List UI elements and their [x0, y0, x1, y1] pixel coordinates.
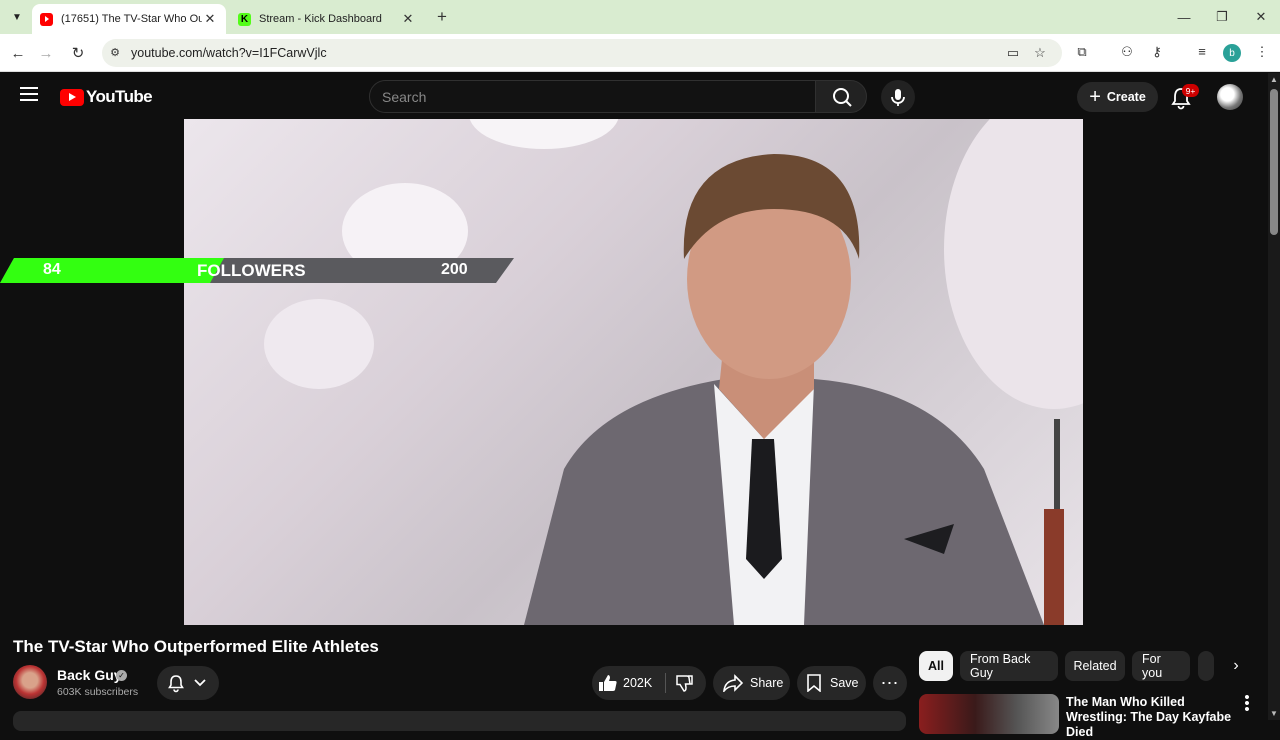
voice-search-button[interactable] [881, 80, 915, 114]
video-player[interactable] [184, 119, 1083, 625]
tab-list-chevron-icon[interactable]: ▼ [6, 7, 28, 27]
more-actions-icon[interactable]: ⋯ [873, 666, 907, 700]
recommendation-title[interactable]: The Man Who Killed Wrestling: The Day Ka… [1066, 695, 1234, 740]
right-edge-decor [1044, 419, 1064, 625]
scroll-up-arrow-icon[interactable]: ▲ [1270, 75, 1278, 84]
search-icon [833, 88, 852, 107]
account-avatar[interactable] [1217, 84, 1243, 110]
chip-for-you[interactable]: For you [1132, 651, 1190, 681]
page-scrollbar[interactable]: ▲ ▼ [1268, 73, 1280, 720]
chevron-down-icon [194, 679, 206, 687]
vpn-icon[interactable]: ⚇ [1118, 44, 1136, 62]
restore-icon[interactable]: ❐ [1210, 8, 1234, 26]
site-info-icon[interactable]: ⚙ [108, 46, 122, 60]
chip-all[interactable]: All [919, 651, 953, 681]
followers-goal-overlay: 84 FOLLOWERS 200 [0, 258, 520, 283]
address-bar[interactable]: ⚙ youtube.com/watch?v=I1FCarwVjlc ▭ ☆ [102, 39, 1062, 67]
close-window-icon[interactable]: ✕ [1249, 8, 1273, 26]
save-button[interactable]: Save [797, 666, 866, 700]
tab-youtube[interactable]: (17651) The TV-Star Who Outperformed Eli… [32, 4, 226, 34]
video-title: The TV-Star Who Outperformed Elite Athle… [13, 637, 379, 656]
followers-label: FOLLOWERS [197, 261, 306, 280]
subscribed-notifications-button[interactable] [157, 666, 219, 700]
like-count: 202K [623, 676, 653, 690]
bookmark-star-icon[interactable]: ☆ [1032, 45, 1048, 61]
scroll-down-arrow-icon[interactable]: ▼ [1270, 709, 1278, 718]
tab-kick-dashboard[interactable]: K Stream - Kick Dashboard ✕ [230, 4, 424, 34]
share-arrow-icon [723, 674, 743, 692]
create-label: Create [1106, 90, 1146, 104]
browser-menu-icon[interactable]: ⋮ [1253, 44, 1271, 62]
subscriber-count: 603K subscribers [57, 686, 139, 698]
chevron-right-icon[interactable]: › [1224, 653, 1248, 679]
thumbs-down-icon [676, 675, 693, 692]
presenter-figure [524, 154, 1044, 625]
url-text[interactable]: youtube.com/watch?v=I1FCarwVjlc [131, 46, 327, 60]
chip-from-back-guy[interactable]: From Back Guy [960, 651, 1058, 681]
new-tab-button[interactable]: + [432, 7, 452, 26]
browser-toolbar: ← → ↻ ⚙ youtube.com/watch?v=I1FCarwVjlc … [0, 34, 1280, 72]
verified-check-icon: ✓ [116, 670, 127, 681]
plus-icon: + [1089, 86, 1101, 108]
media-control-icon[interactable]: ≡ [1193, 44, 1211, 62]
description-box[interactable] [13, 711, 906, 731]
save-label: Save [830, 676, 859, 690]
install-app-icon[interactable]: ▭ [1005, 45, 1021, 61]
youtube-favicon-icon [40, 12, 53, 26]
channel-name[interactable]: Back Guy [57, 667, 122, 683]
profile-avatar[interactable]: b [1223, 44, 1241, 62]
browser-tab-bar: ▼ (17651) The TV-Star Who Outperformed E… [0, 0, 1280, 34]
chip-partial[interactable] [1198, 651, 1214, 681]
thumbs-up-icon [599, 675, 617, 691]
bookmark-save-icon [807, 674, 821, 692]
create-button[interactable]: + Create [1077, 82, 1158, 112]
followers-current-count: 84 [43, 261, 61, 278]
reload-icon[interactable]: ↻ [67, 42, 89, 64]
password-key-icon[interactable]: ⚷ [1148, 44, 1166, 62]
kick-favicon-icon: K [238, 12, 251, 26]
microphone-icon [891, 89, 905, 106]
minimize-icon[interactable]: — [1172, 8, 1196, 26]
extensions-icon[interactable]: ⧉ [1073, 44, 1091, 62]
recommendation-thumbnail[interactable] [919, 694, 1059, 734]
chip-related[interactable]: Related [1065, 651, 1125, 681]
search-button[interactable] [815, 80, 867, 113]
close-tab-icon[interactable]: ✕ [202, 11, 218, 27]
notification-count-badge: 9+ [1182, 84, 1199, 97]
tab-title: Stream - Kick Dashboard [259, 13, 382, 25]
share-label: Share [750, 676, 784, 690]
youtube-logo[interactable]: YouTube [60, 87, 153, 107]
recommendation-menu-icon[interactable]: • • • [1240, 690, 1254, 717]
search-box [369, 80, 816, 113]
tab-title: (17651) The TV-Star Who Outperformed Eli… [61, 13, 202, 25]
followers-goal-count: 200 [441, 261, 468, 278]
like-button[interactable]: 202K [592, 666, 666, 700]
close-tab-icon[interactable]: ✕ [400, 11, 416, 27]
menu-icon[interactable] [20, 87, 38, 101]
youtube-header: YouTube + Create 9+ [0, 73, 1268, 119]
forward-arrow-icon[interactable]: → [35, 42, 57, 64]
search-input[interactable] [382, 87, 802, 107]
scroll-thumb[interactable] [1270, 89, 1278, 235]
channel-avatar[interactable] [13, 665, 47, 699]
youtube-logo-text: YouTube [86, 87, 153, 106]
notification-bell-icon [168, 675, 184, 693]
youtube-play-icon [60, 88, 84, 106]
background-shape [264, 299, 374, 389]
dislike-button[interactable] [666, 666, 706, 700]
back-arrow-icon[interactable]: ← [7, 42, 29, 64]
share-button[interactable]: Share [713, 666, 790, 700]
